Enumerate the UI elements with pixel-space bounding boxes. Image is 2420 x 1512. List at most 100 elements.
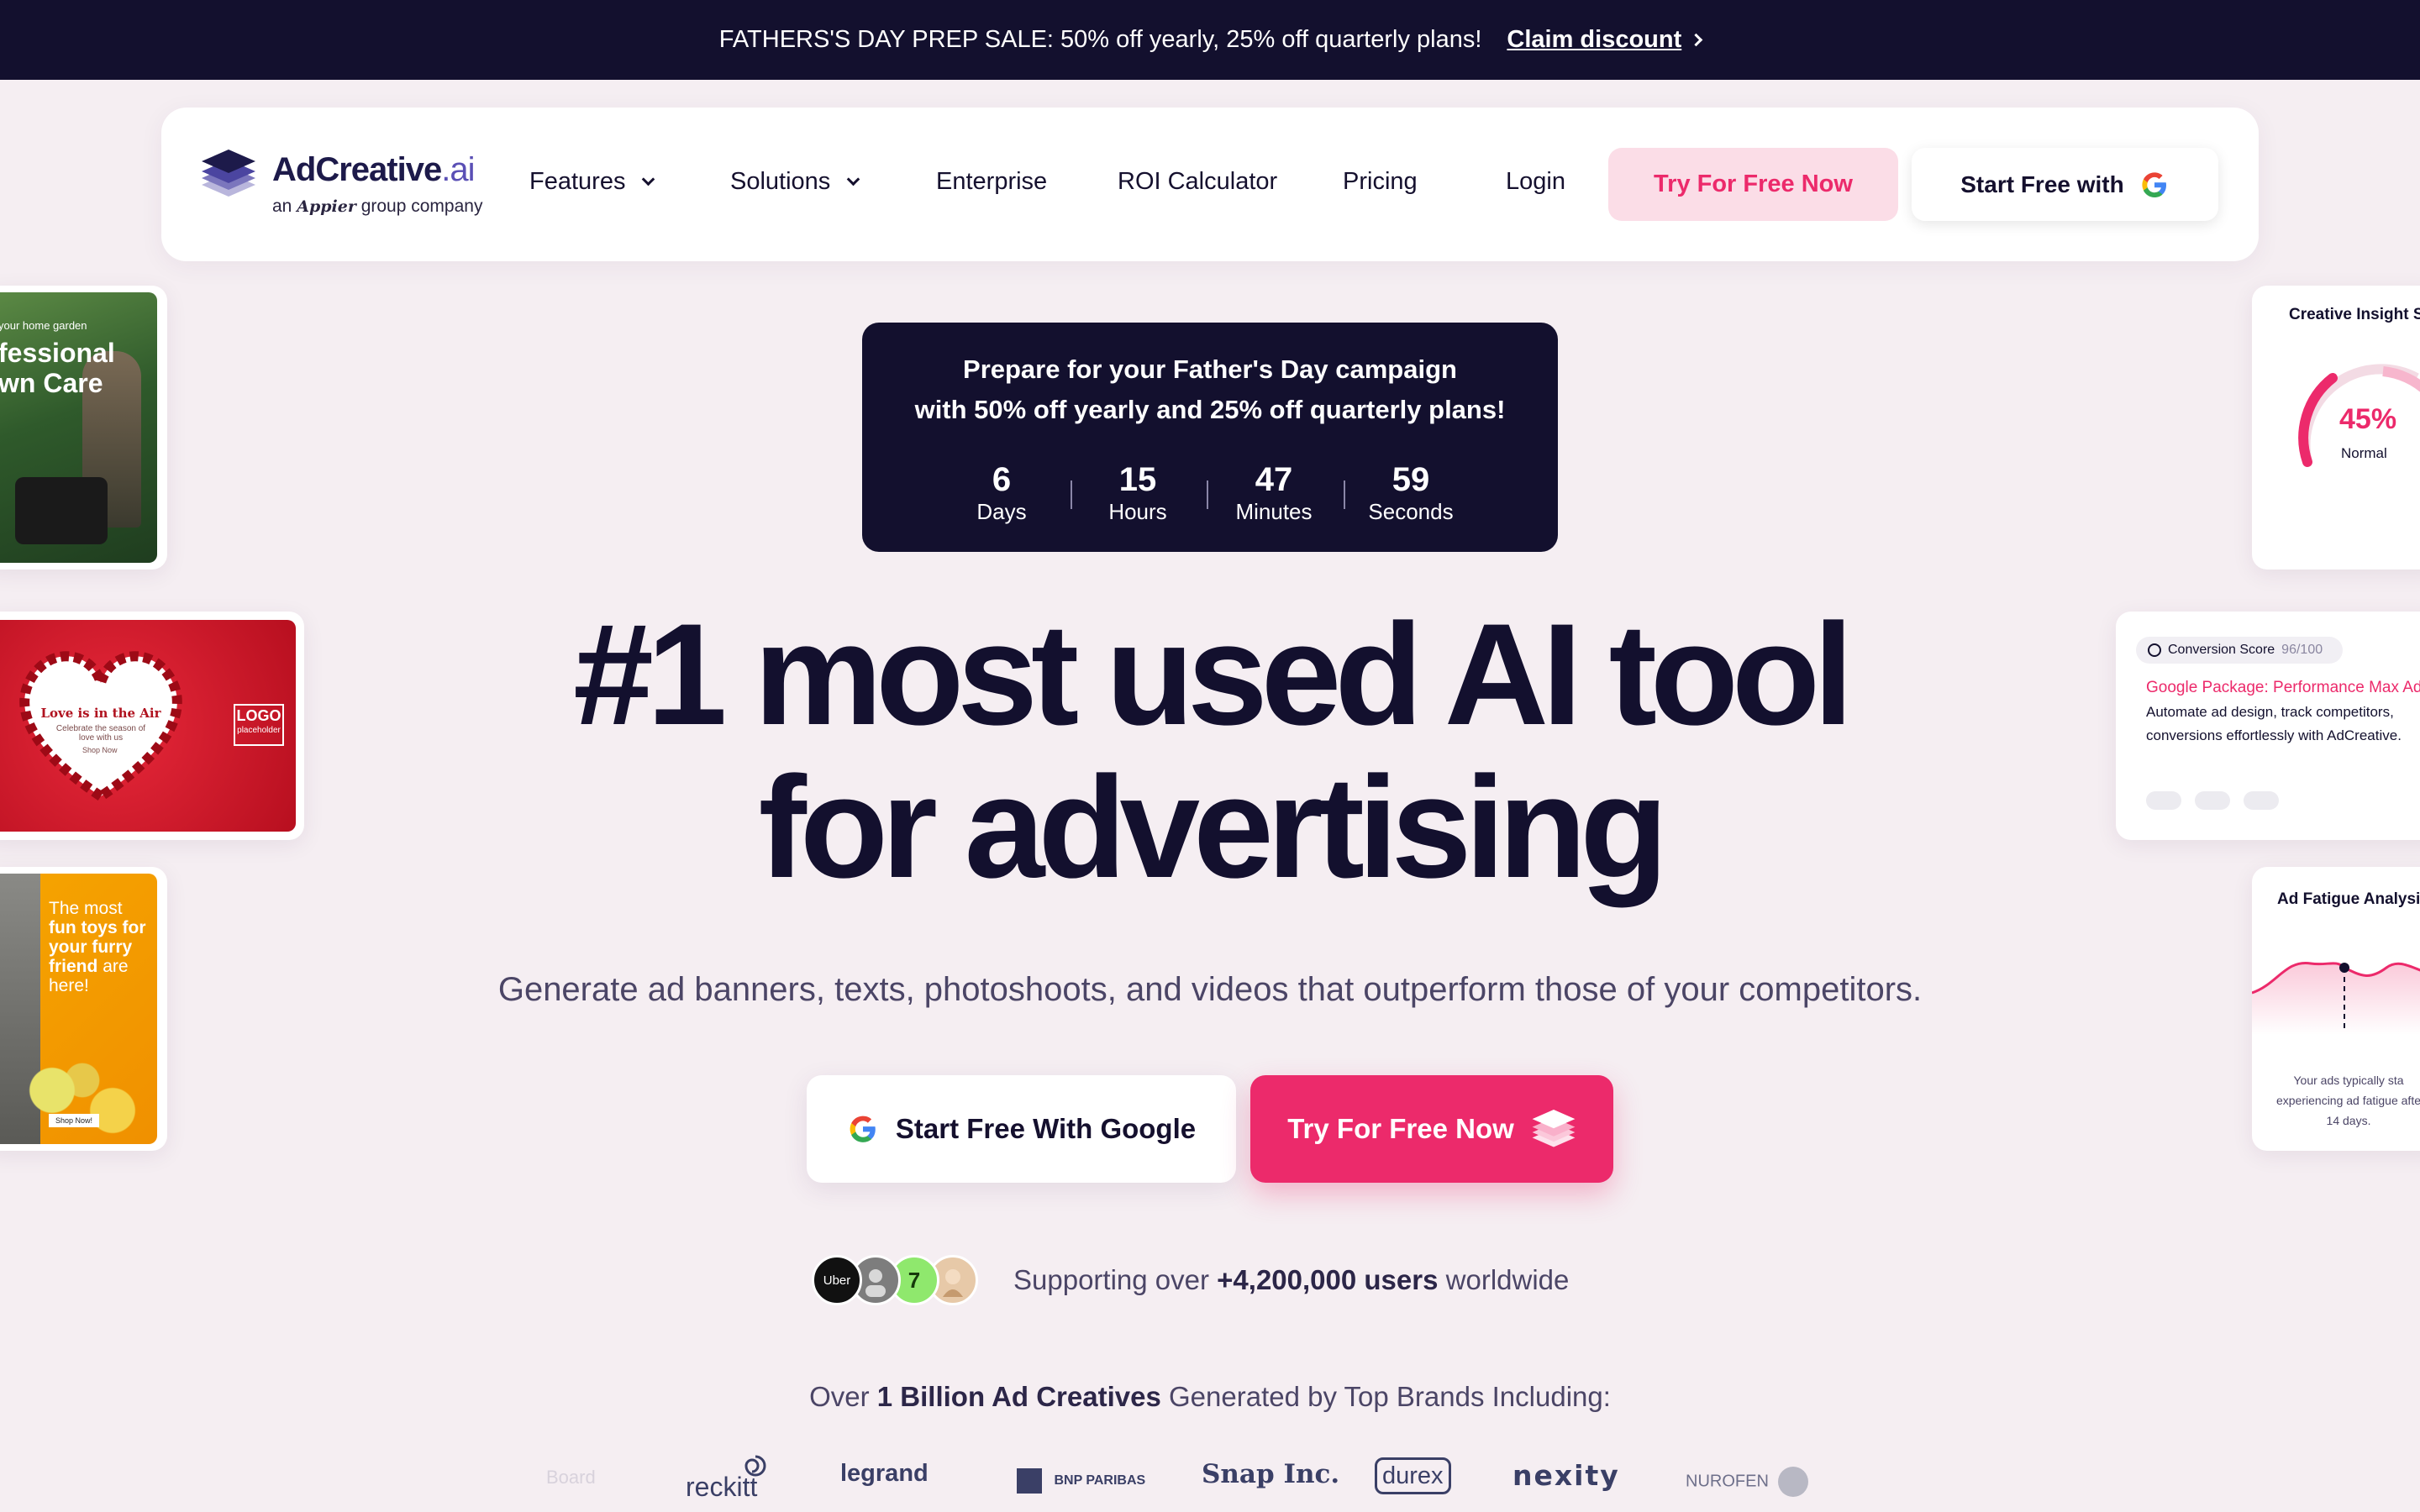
nav-pricing[interactable]: Pricing xyxy=(1343,168,1418,196)
claim-discount-label: Claim discount xyxy=(1507,26,1682,53)
lawn-ad-small-text: your home garden xyxy=(0,319,87,332)
promo-banner: FATHERS'S DAY PREP SALE: 50% off yearly,… xyxy=(0,0,2420,80)
logo-wordmark: AdCreative.ai xyxy=(272,151,475,189)
countdown-divider xyxy=(1071,480,1072,509)
ad-fatigue-line-2: experiencing ad fatigue afte xyxy=(2275,1094,2420,1107)
nav-enterprise[interactable]: Enterprise xyxy=(936,168,1047,196)
ad-card-valentine: Love is in the Air Celebrate the season … xyxy=(0,612,304,840)
nav-features[interactable]: Features xyxy=(529,168,655,196)
claim-discount-link[interactable]: Claim discount xyxy=(1507,26,1703,54)
pet-toys-line-4: friend xyxy=(49,957,98,976)
ad-fatigue-text: Your ads typically sta experiencing ad f… xyxy=(2252,1070,2420,1131)
brand-bnp-text: BNP PARIBAS xyxy=(1054,1473,1146,1488)
countdown-divider xyxy=(1207,480,1208,509)
reckitt-swirl-icon xyxy=(744,1455,766,1477)
gauge-icon xyxy=(2148,643,2161,657)
pet-toys-ad-image: The most fun toys for your furry friend … xyxy=(0,874,157,1144)
nav-solutions-label: Solutions xyxy=(730,168,831,195)
brand-logo-nurofen: NUROFEN xyxy=(1686,1467,1809,1497)
conversion-ad-line-1: Automate ad design, track competitors, xyxy=(2146,704,2394,720)
brands-heading: Over 1 Billion Ad Creatives Generated by… xyxy=(0,1381,2420,1413)
heart-icon xyxy=(19,651,182,803)
countdown-seconds: 59 Seconds xyxy=(1352,461,1470,525)
countdown-minutes: 47 Minutes xyxy=(1215,461,1333,525)
logo-placeholder-text: LOGO xyxy=(236,707,281,724)
logo-sub-brand: Appier xyxy=(297,197,356,216)
ad-fatigue-line-1: Your ads typically sta xyxy=(2293,1074,2404,1087)
logo-sub-prefix: an xyxy=(272,197,292,216)
brand-logo-snap: Snap Inc. xyxy=(1202,1459,1340,1489)
conversion-score-card: Conversion Score 96/100 Google Package: … xyxy=(2116,612,2420,840)
brand-logo-bnp: BNP PARIBAS xyxy=(1017,1468,1145,1494)
countdown-minutes-value: 47 xyxy=(1255,461,1293,498)
nav-solutions[interactable]: Solutions xyxy=(730,168,860,196)
ad-fatigue-title: Ad Fatigue Analysis xyxy=(2277,890,2420,908)
brand-logo-board: Board xyxy=(546,1467,596,1488)
lawnmower-shape xyxy=(15,477,108,544)
nav-login[interactable]: Login xyxy=(1506,168,1565,196)
try-free-now-label: Try For Free Now xyxy=(1287,1113,1514,1144)
countdown-days: 6 Days xyxy=(943,461,1060,525)
lawn-ad-headline-1: fessional xyxy=(0,338,115,368)
skeleton-pill xyxy=(2244,791,2279,810)
hero-subtitle: Generate ad banners, texts, photoshoots,… xyxy=(497,971,1923,1008)
brand-logo-legrand: legrand xyxy=(840,1460,929,1487)
pet-toys-line-3: your furry xyxy=(49,937,133,957)
users-support-text: Supporting over +4,200,000 users worldwi… xyxy=(1013,1264,1569,1296)
chevron-down-icon xyxy=(847,172,860,186)
chevron-down-icon xyxy=(642,172,655,186)
fatigue-curve-chart xyxy=(2252,961,2420,1035)
countdown-hours: 15 Hours xyxy=(1079,461,1197,525)
ad-card-pet-toys: The most fun toys for your furry friend … xyxy=(0,867,167,1151)
countdown-days-label: Days xyxy=(976,499,1027,524)
try-free-now-button[interactable]: Try For Free Now xyxy=(1250,1075,1613,1183)
conversion-score-label: Conversion Score xyxy=(2168,643,2275,657)
hero-headline-line-1: #1 most used AI tool xyxy=(573,594,1854,755)
insight-score-value: 45% xyxy=(2339,403,2397,435)
ad-card-lawn: your home garden fessional wn Care xyxy=(0,286,167,570)
logo-name: AdCreative xyxy=(272,151,442,188)
valentine-ad-image: Love is in the Air Celebrate the season … xyxy=(0,620,296,832)
conversion-score-value: 96/100 xyxy=(2281,643,2323,657)
brand-logo-reckitt: reckitt xyxy=(686,1455,766,1503)
pet-toys-line-4b: are xyxy=(103,957,129,976)
logo-sub-suffix: group company xyxy=(360,197,483,216)
logo-placeholder-sub: placeholder xyxy=(237,726,281,735)
toy-balls xyxy=(7,1050,157,1144)
pet-toys-headline: The most fun toys for your furry friend … xyxy=(49,899,146,995)
hero-headline-line-2: for advertising xyxy=(758,747,1669,908)
lawn-ad-headline-2: wn Care xyxy=(0,368,103,398)
support-suffix: worldwide xyxy=(1445,1264,1570,1295)
pet-toys-line-2: fun toys for xyxy=(49,918,146,937)
chevron-right-icon xyxy=(1689,33,1703,47)
brands-suffix: Generated by Top Brands Including: xyxy=(1169,1381,1611,1412)
conversion-score-badge: Conversion Score 96/100 xyxy=(2136,637,2344,664)
creative-insight-title: Creative Insight Sc xyxy=(2289,306,2420,323)
creative-insight-card: Creative Insight Sc 45% Normal xyxy=(2252,286,2420,570)
hero-headline: #1 most used AI tool for advertising xyxy=(0,598,2420,904)
conversion-ad-title: Google Package: Performance Max Ad xyxy=(2146,679,2420,696)
try-free-nav-button[interactable]: Try For Free Now xyxy=(1608,148,1898,221)
support-users-count: +4,200,000 users xyxy=(1217,1264,1439,1295)
pet-toys-shop-button: Shop Now! xyxy=(49,1114,100,1127)
countdown-seconds-label: Seconds xyxy=(1368,499,1454,524)
logo-placeholder: LOGO placeholder xyxy=(234,704,284,746)
countdown-promo-card: Prepare for your Father's Day campaign w… xyxy=(862,323,1558,552)
start-free-google-nav-button[interactable]: Start Free with xyxy=(1912,148,2218,221)
ad-fatigue-line-3: 14 days. xyxy=(2326,1114,2371,1127)
start-free-google-label: Start Free with xyxy=(1960,171,2124,197)
avatar-uber: Uber xyxy=(812,1255,862,1305)
countdown-divider xyxy=(1344,480,1345,509)
nav-features-label: Features xyxy=(529,168,626,195)
brand-logo-nexity: nexity xyxy=(1512,1459,1620,1492)
pet-toys-line-1: The most xyxy=(49,899,123,918)
logo[interactable]: AdCreative.ai an Appier group company xyxy=(200,148,486,223)
brands-highlight: 1 Billion Ad Creatives xyxy=(876,1381,1161,1412)
promo-banner-text: FATHERS'S DAY PREP SALE: 50% off yearly,… xyxy=(718,26,1482,53)
countdown-days-value: 6 xyxy=(992,461,1012,498)
start-free-with-google-button[interactable]: Start Free With Google xyxy=(807,1075,1236,1183)
google-icon xyxy=(850,1116,876,1142)
support-prefix: Supporting over xyxy=(1013,1264,1209,1295)
logo-subline: an Appier group company xyxy=(272,197,482,217)
nav-roi-calculator[interactable]: ROI Calculator xyxy=(1118,168,1277,196)
